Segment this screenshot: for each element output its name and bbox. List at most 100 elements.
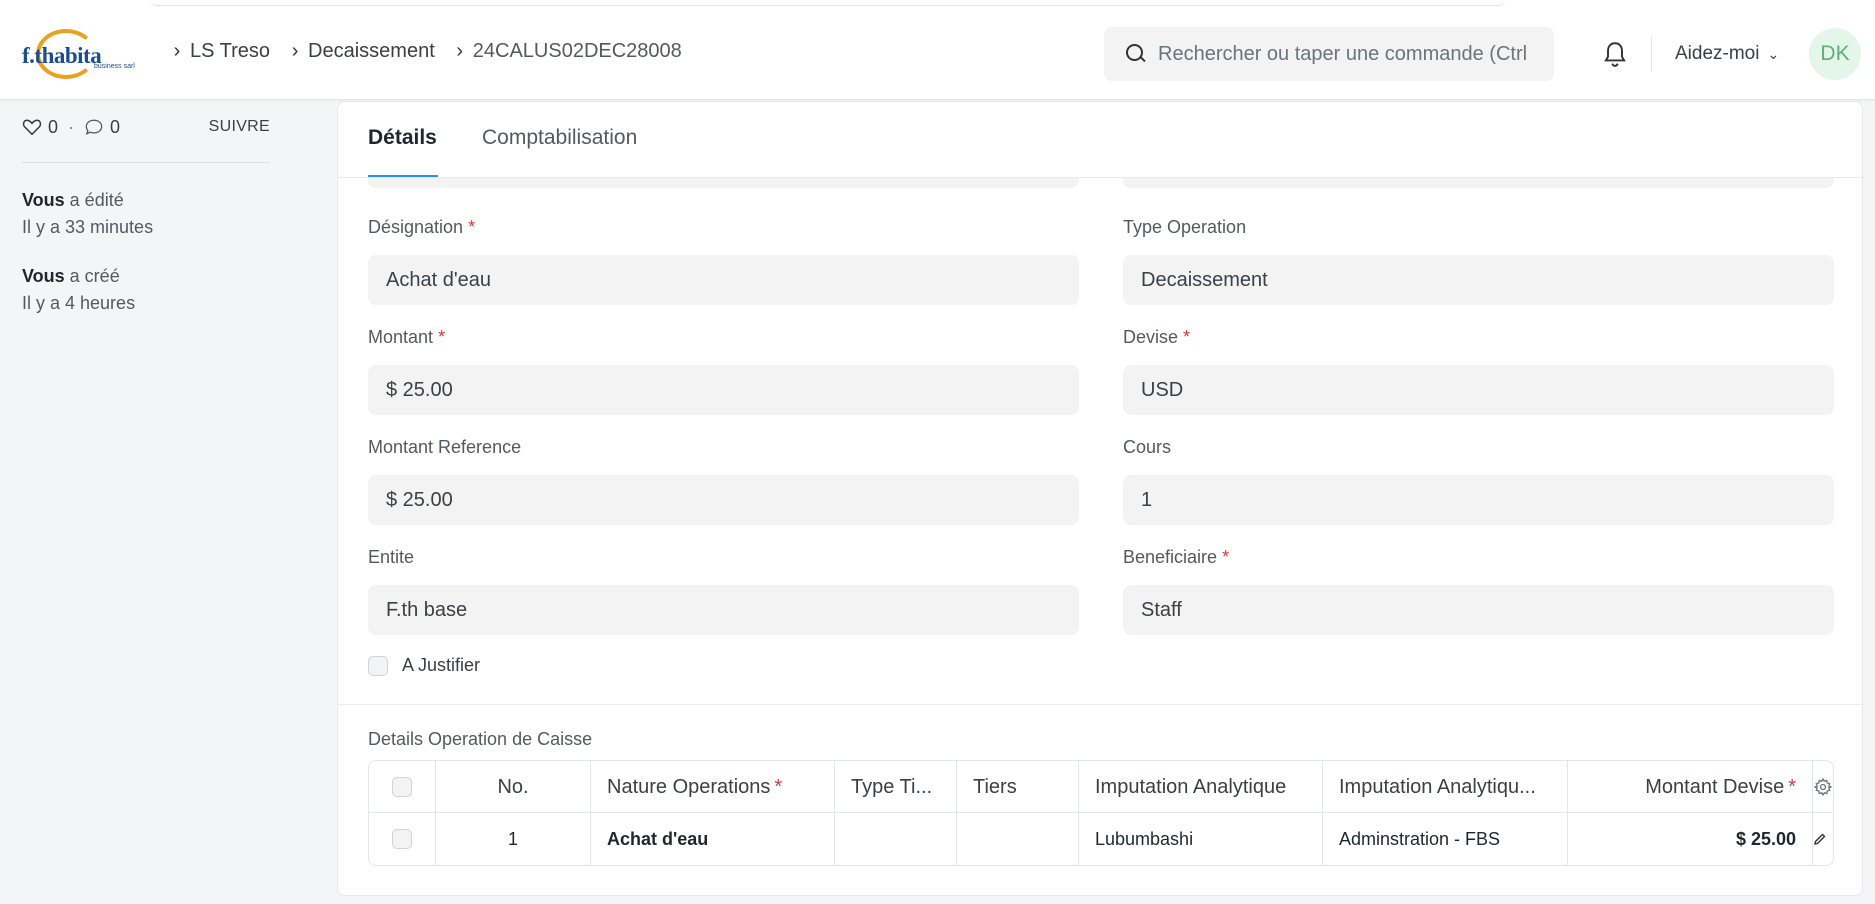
details-table: No. Nature Operations * Type Ti... Tiers … bbox=[368, 760, 1834, 866]
help-label: Aidez-moi bbox=[1675, 43, 1760, 64]
header-montant-devise: Montant Devise * bbox=[1568, 761, 1813, 813]
table-header-row: No. Nature Operations * Type Ti... Tiers … bbox=[369, 761, 1833, 813]
a-justifier-checkbox-row: A Justifier bbox=[368, 655, 480, 676]
likes-comments-row: 0 · 0 SUIVRE bbox=[22, 112, 270, 142]
cell-tiers[interactable] bbox=[957, 813, 1079, 865]
breadcrumb-ls-treso[interactable]: LS Treso bbox=[190, 40, 270, 63]
comments-count: 0 bbox=[110, 116, 121, 137]
activity-time: Il y a 33 minutes bbox=[22, 217, 154, 237]
header-tiers: Tiers bbox=[957, 761, 1079, 813]
sidebar-divider bbox=[22, 162, 270, 163]
select-all-checkbox[interactable] bbox=[392, 777, 412, 797]
activity-action: a édité bbox=[64, 190, 124, 210]
bell-icon[interactable] bbox=[1602, 40, 1628, 68]
cours-label: Cours bbox=[1123, 437, 1172, 457]
type-operation-label: Type Operation bbox=[1123, 217, 1247, 237]
entite-label: Entite bbox=[368, 547, 415, 567]
devise-field: Devise * USD bbox=[1123, 327, 1834, 415]
cell-nature-operations[interactable]: Achat d'eau bbox=[591, 813, 835, 865]
separator-dot: · bbox=[68, 116, 75, 137]
activity-action: a créé bbox=[64, 266, 120, 286]
chevron-down-icon: ⌄ bbox=[1767, 45, 1780, 62]
montant-label: Montant * bbox=[368, 327, 446, 347]
search-bar[interactable] bbox=[1104, 27, 1554, 81]
navbar-divider bbox=[1651, 36, 1652, 72]
header-imputation-analytique-2: Imputation Analytiqu... bbox=[1323, 761, 1568, 813]
activity-user[interactable]: Vous bbox=[22, 266, 65, 286]
gear-icon[interactable] bbox=[1813, 776, 1833, 798]
tab-comptabilisation[interactable]: Comptabilisation bbox=[482, 126, 637, 150]
breadcrumb-decaissement[interactable]: Decaissement bbox=[308, 40, 435, 63]
breadcrumb: › LS Treso › Decaissement › 24CALUS02DEC… bbox=[164, 40, 694, 63]
montant-reference-field: Montant Reference $ 25.00 bbox=[368, 437, 1079, 525]
devise-label: Devise * bbox=[1123, 327, 1191, 347]
row-checkbox[interactable] bbox=[392, 829, 412, 849]
activity-user[interactable]: Vous bbox=[22, 190, 65, 210]
chevron-right-icon: › bbox=[456, 40, 464, 62]
beneficiaire-field: Beneficiaire * Staff bbox=[1123, 547, 1834, 635]
table-row[interactable]: 1 Achat d'eau Lubumbashi Adminstration -… bbox=[369, 813, 1833, 865]
form-tabs: Détails Comptabilisation bbox=[338, 102, 1864, 178]
field-edge-left bbox=[368, 178, 1079, 188]
navbar: f.thabita business sarl › LS Treso › Dec… bbox=[0, 0, 1875, 100]
sidebar: 0 · 0 SUIVRE Vous a édité Il y a 33 minu… bbox=[22, 112, 270, 339]
designation-field: Désignation * Achat d'eau bbox=[368, 217, 1079, 305]
cell-type-tiers[interactable] bbox=[835, 813, 957, 865]
tab-details[interactable]: Détails bbox=[368, 126, 437, 150]
search-input[interactable] bbox=[1158, 42, 1538, 66]
row-select-cell bbox=[369, 813, 436, 865]
activity-item: Vous a créé Il y a 4 heures bbox=[22, 263, 270, 317]
header-type-tiers: Type Ti... bbox=[835, 761, 957, 813]
section-divider bbox=[338, 704, 1864, 705]
help-dropdown[interactable]: Aidez-moi ⌄ bbox=[1675, 43, 1779, 65]
search-icon bbox=[1124, 42, 1148, 66]
form-card: Détails Comptabilisation Désignation * A… bbox=[337, 101, 1864, 896]
chevron-right-icon: › bbox=[173, 40, 181, 62]
company-logo[interactable]: f.thabita business sarl bbox=[22, 27, 148, 81]
type-operation-input[interactable]: Decaissement bbox=[1123, 255, 1834, 305]
header-select-cell bbox=[369, 761, 436, 813]
header-no: No. bbox=[436, 761, 591, 813]
beneficiaire-label: Beneficiaire * bbox=[1123, 547, 1230, 567]
cell-no: 1 bbox=[436, 813, 591, 865]
montant-reference-input[interactable]: $ 25.00 bbox=[368, 475, 1079, 525]
follow-button[interactable]: SUIVRE bbox=[209, 118, 270, 136]
entite-field: Entite F.th base bbox=[368, 547, 1079, 635]
beneficiaire-input[interactable]: Staff bbox=[1123, 585, 1834, 635]
montant-field: Montant * $ 25.00 bbox=[368, 327, 1079, 415]
designation-label: Désignation * bbox=[368, 217, 476, 237]
logo-text: f.thabita bbox=[22, 43, 102, 68]
cell-imputation-analytique[interactable]: Lubumbashi bbox=[1079, 813, 1323, 865]
cell-imputation-analytique-2[interactable]: Adminstration - FBS bbox=[1323, 813, 1568, 865]
montant-input[interactable]: $ 25.00 bbox=[368, 365, 1079, 415]
chevron-right-icon: › bbox=[291, 40, 299, 62]
devise-input[interactable]: USD bbox=[1123, 365, 1834, 415]
header-imputation-analytique: Imputation Analytique bbox=[1079, 761, 1323, 813]
avatar[interactable]: DK bbox=[1809, 28, 1861, 80]
header-nature-operations: Nature Operations * bbox=[591, 761, 835, 813]
comment-icon[interactable] bbox=[84, 118, 104, 136]
a-justifier-checkbox[interactable] bbox=[368, 655, 388, 676]
designation-input[interactable]: Achat d'eau bbox=[368, 255, 1079, 305]
header-settings-cell bbox=[1813, 761, 1833, 813]
activity-time: Il y a 4 heures bbox=[22, 293, 136, 313]
active-tab-indicator bbox=[368, 175, 438, 177]
edit-row-button[interactable]: modifier bbox=[1813, 829, 1833, 850]
pencil-icon bbox=[1814, 833, 1826, 845]
table-title: Details Operation de Caisse bbox=[368, 729, 593, 749]
row-edit-cell: modifier bbox=[1813, 813, 1833, 865]
logo-subtext: business sarl bbox=[94, 63, 135, 70]
heart-icon[interactable] bbox=[22, 118, 42, 136]
top-strip bbox=[150, 0, 1505, 6]
field-edge-right bbox=[1123, 178, 1834, 188]
entite-input[interactable]: F.th base bbox=[368, 585, 1079, 635]
cell-montant-devise[interactable]: $ 25.00 bbox=[1568, 813, 1813, 865]
cours-input[interactable]: 1 bbox=[1123, 475, 1834, 525]
breadcrumb-document-id[interactable]: 24CALUS02DEC28008 bbox=[473, 40, 682, 63]
type-operation-field: Type Operation Decaissement bbox=[1123, 217, 1834, 305]
a-justifier-label: A Justifier bbox=[402, 655, 481, 675]
likes-count: 0 bbox=[48, 116, 59, 137]
montant-reference-label: Montant Reference bbox=[368, 437, 522, 457]
activity-item: Vous a édité Il y a 33 minutes bbox=[22, 187, 270, 241]
cours-field: Cours 1 bbox=[1123, 437, 1834, 525]
